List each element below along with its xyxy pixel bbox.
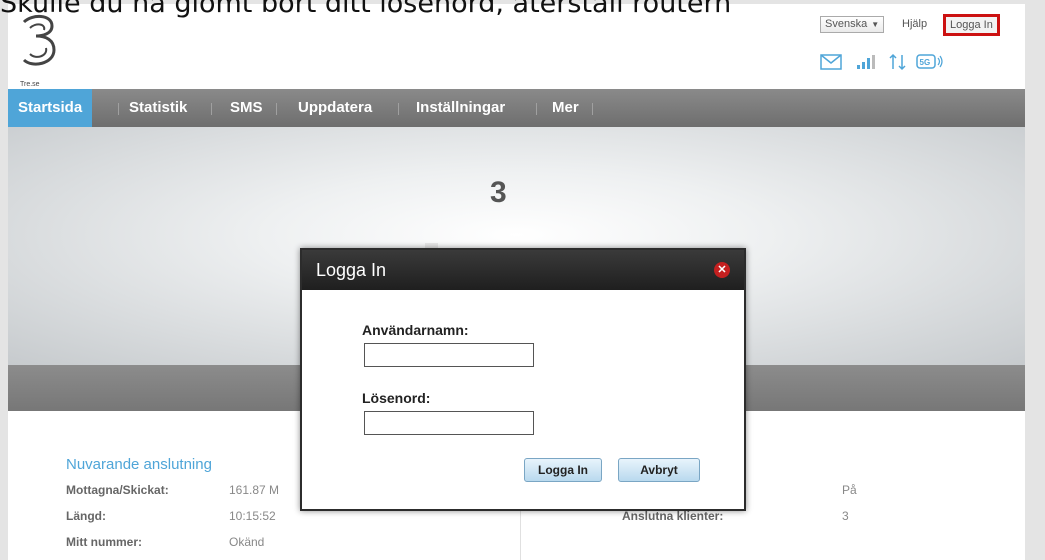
- tab-statistik[interactable]: Statistik: [119, 89, 197, 127]
- mail-icon[interactable]: [820, 54, 842, 75]
- nav-separator: [398, 103, 399, 115]
- connected-clients-value: 3: [842, 509, 849, 523]
- three-logo-icon[interactable]: [18, 14, 58, 74]
- cancel-button[interactable]: Avbryt: [618, 458, 700, 482]
- password-field[interactable]: [364, 411, 534, 435]
- nav-separator: [592, 103, 593, 115]
- dialog-title: Logga In: [316, 260, 387, 280]
- tab-sms[interactable]: SMS: [220, 89, 273, 127]
- dialog-header: Logga In ✕: [302, 250, 744, 290]
- svg-text:5G: 5G: [920, 58, 931, 67]
- connected-clients-label: Anslutna klienter:: [622, 509, 724, 523]
- main-navigation: Startsida Statistik SMS Uppdatera Instäl…: [8, 89, 1025, 127]
- 5g-icon: 5G: [916, 53, 944, 76]
- username-field[interactable]: [364, 343, 534, 367]
- login-button[interactable]: Logga In: [524, 458, 602, 482]
- received-sent-value: 161.87 M: [229, 483, 280, 497]
- nav-separator: [276, 103, 277, 115]
- username-label: Användarnamn:: [362, 322, 469, 338]
- current-connection-title: Nuvarande anslutning: [66, 456, 212, 473]
- received-sent-label: Mottagna/Skickat:: [66, 483, 169, 497]
- password-label: Lösenord:: [362, 390, 431, 406]
- router-admin-page: Tre.se Svenska ▼ Hjälp Logga In 5G Starts…: [8, 4, 1025, 560]
- duration-value: 10:15:52: [229, 509, 276, 523]
- signal-icon: [856, 54, 878, 75]
- data-transfer-icon: [888, 52, 908, 77]
- tutorial-caption: Skulle du ha glömt bort ditt lösenord, å…: [0, 0, 732, 19]
- nav-separator: [536, 103, 537, 115]
- operator-name: 3: [490, 176, 507, 209]
- my-number-value: Okänd: [229, 535, 265, 549]
- nav-separator: [211, 103, 212, 115]
- close-icon[interactable]: ✕: [714, 262, 730, 278]
- chevron-down-icon: ▼: [871, 20, 880, 29]
- my-number-label: Mitt nummer:: [66, 535, 142, 549]
- tab-mer[interactable]: Mer: [542, 89, 589, 127]
- tab-startsida[interactable]: Startsida: [8, 89, 93, 127]
- login-dialog: Logga In ✕ Användarnamn: Lösenord: Logga…: [300, 248, 746, 511]
- tab-installningar[interactable]: Inställningar: [406, 89, 515, 127]
- tab-uppdatera[interactable]: Uppdatera: [288, 89, 382, 127]
- logo-caption: Tre.se: [20, 81, 40, 88]
- status-on-value: På: [842, 483, 857, 497]
- duration-label: Längd:: [66, 509, 106, 523]
